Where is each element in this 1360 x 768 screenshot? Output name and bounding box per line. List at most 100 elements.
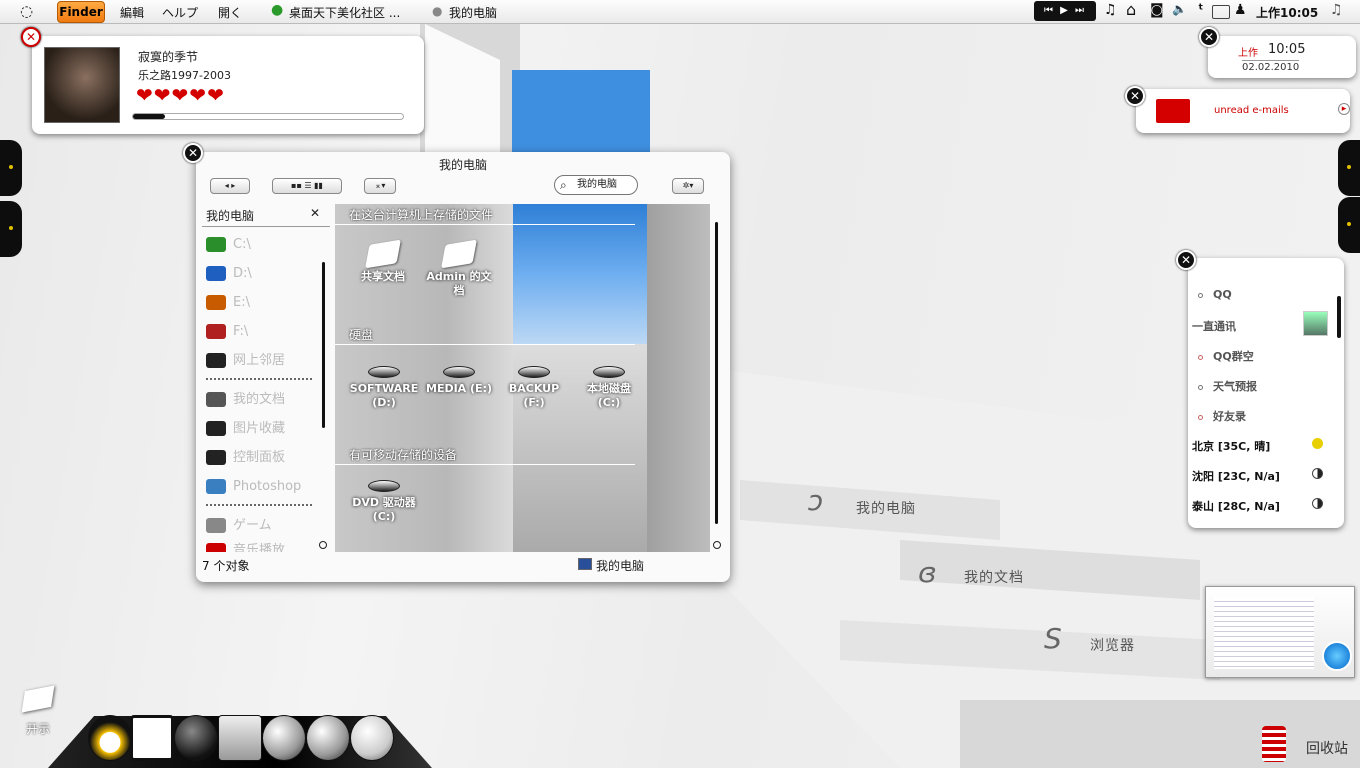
gear-menu-icon[interactable]: ✲▾ [672, 178, 704, 194]
qq-dock-icon[interactable] [88, 715, 132, 761]
music-icon[interactable]: ♫ [1104, 2, 1117, 18]
list-item[interactable]: 好友录 [1198, 408, 1246, 424]
stair-my-documents[interactable]: 我的文档 [964, 567, 1024, 587]
right-drawer-tab-1[interactable] [1338, 140, 1360, 196]
list-item[interactable]: 一直通讯 [1192, 318, 1236, 334]
menubar-clock: 上作10:05 [1256, 4, 1318, 21]
home-icon[interactable]: ⌂ [1126, 0, 1136, 19]
content-item[interactable]: BACKUP (F:) [499, 366, 569, 410]
weather-na-icon-2 [1312, 498, 1323, 509]
action-menu[interactable]: ⌅▾ [364, 178, 396, 194]
sidebar-scrollbar[interactable] [322, 262, 325, 428]
clock-close-button[interactable]: ✕ [1199, 27, 1219, 47]
stair-my-computer[interactable]: 我的电脑 [856, 498, 916, 518]
sidebar-item-label: Photoshop [233, 479, 302, 494]
content-scrollbar[interactable] [715, 222, 718, 524]
menu-open[interactable]: 開く [218, 4, 242, 21]
wave-dock-icon[interactable] [306, 715, 350, 761]
heart-icon[interactable]: ❤ [207, 83, 224, 107]
orange-dock-icon[interactable] [262, 715, 306, 761]
heart-icon[interactable]: ❤ [172, 83, 189, 107]
contact-avatar [1303, 311, 1328, 336]
content-item[interactable]: Admin 的文档 [424, 239, 494, 298]
list-item[interactable]: 天气预报 [1198, 378, 1257, 394]
heart-icon[interactable]: ❤ [154, 83, 171, 107]
finder-close-button[interactable]: ✕ [183, 143, 203, 163]
search-field[interactable]: ⌕ 我的电脑 [554, 175, 638, 195]
menu-help[interactable]: ヘルプ [162, 4, 198, 21]
left-drawer-tab-1[interactable] [0, 140, 22, 196]
task-my-computer[interactable]: 我的电脑 [449, 4, 497, 21]
camera-icon[interactable]: ◙ [1150, 2, 1164, 18]
qq-icon[interactable]: ♟ [1234, 2, 1247, 18]
volume-icon[interactable]: 🔈 [1172, 2, 1187, 16]
progress-fill [133, 114, 166, 119]
mail-widget[interactable]: unread e-mails ▸ [1136, 89, 1350, 133]
content-item[interactable]: SOFTWARE (D:) [349, 366, 419, 410]
browser-icon: ● [271, 2, 284, 18]
content-item[interactable]: DVD 驱动器 (C:) [349, 480, 419, 524]
twitter-icon[interactable]: ᵗ [1198, 2, 1203, 18]
mail-arrow-icon[interactable]: ▸ [1338, 103, 1350, 115]
content-item[interactable]: 本地磁盘 (C:) [574, 366, 644, 410]
list-item[interactable]: QQ群空 [1198, 348, 1254, 364]
computer-stair-icon: ↄ [808, 484, 824, 517]
list-item-label: 天气预报 [1213, 380, 1257, 393]
heart-icon[interactable]: ❤ [136, 83, 153, 107]
desktop-file-label[interactable]: 开示 [26, 720, 50, 737]
nav-back-forward[interactable]: ◂ ▸ [210, 178, 250, 194]
section-divider [335, 224, 635, 225]
list-item[interactable]: 泰山 [28C, N/a] [1192, 498, 1280, 514]
task-browser[interactable]: 桌面天下美化社区 ... [289, 4, 400, 21]
left-drawer-tab-2[interactable] [0, 201, 22, 257]
content-item-label: BACKUP (F:) [508, 382, 560, 409]
sidebar-item-icon [206, 479, 226, 494]
content-scroll-knob[interactable] [713, 541, 721, 549]
sidebar-item-icon [206, 266, 226, 281]
floppy-dock-icon[interactable] [218, 715, 262, 761]
sidebar-item-icon [206, 295, 226, 310]
stair-browser[interactable]: 浏览器 [1090, 635, 1135, 655]
list-item[interactable]: QQ [1198, 288, 1232, 301]
list-item[interactable]: 沈阳 [23C, N/a] [1192, 468, 1280, 484]
list-item[interactable]: 北京 [35C, 晴] [1192, 438, 1270, 454]
sidebar-item-label: 图片收藏 [233, 421, 286, 436]
song-title: 寂寞的季节 [138, 50, 199, 64]
clock-time: 10:05 [1280, 6, 1319, 20]
list-bullet-icon [1198, 354, 1203, 360]
smiley-dock-icon[interactable] [174, 715, 218, 761]
status-location: 我的电脑 [596, 559, 645, 573]
sidebar-title: 我的电脑 [206, 209, 255, 223]
view-mode-buttons[interactable]: ▪▪ ☰ ▮▮ [272, 178, 342, 194]
media-controls[interactable]: ⏮ ▶ ⏭ [1034, 1, 1096, 21]
rating-hearts[interactable]: ❤❤❤❤❤ [136, 83, 225, 107]
face-dock-icon[interactable] [350, 715, 394, 761]
sidebar-close-icon[interactable]: ✕ [310, 206, 320, 220]
sidebar-separator [206, 378, 312, 380]
progress-track[interactable] [132, 113, 404, 120]
window-icon[interactable] [1212, 5, 1230, 19]
music-close-button[interactable]: ✕ [21, 27, 41, 47]
trash-label[interactable]: 回收站 [1306, 738, 1348, 758]
content-item[interactable]: 共享文档 [348, 239, 418, 284]
right-drawer-tab-2[interactable] [1338, 197, 1360, 253]
note-icon[interactable]: ♫ [1330, 2, 1343, 18]
clock-date: 02.02.2010 [1242, 60, 1300, 73]
documents-stair-icon: ɞ [918, 556, 937, 589]
sidebar-item-label: 网上邻居 [233, 353, 286, 368]
list-close-button[interactable]: ✕ [1176, 250, 1196, 270]
trash-icon[interactable] [1262, 726, 1286, 762]
sidebar-scroll-knob[interactable] [319, 541, 327, 549]
itunes-thumbnail[interactable] [1205, 586, 1355, 678]
menu-edit[interactable]: 編輯 [120, 4, 144, 21]
content-item-label: 本地磁盘 (C:) [587, 382, 631, 409]
mail-close-button[interactable]: ✕ [1125, 86, 1145, 106]
content-item[interactable]: MEDIA (E:) [424, 366, 494, 396]
heart-icon[interactable]: ❤ [189, 83, 206, 107]
spinner-icon[interactable]: ◌ [20, 2, 33, 20]
itunes-icon [1322, 641, 1352, 671]
sidebar-item-label: E:\ [233, 295, 250, 310]
text-editor-dock-icon[interactable] [130, 715, 174, 761]
finder-menu[interactable]: Finder [57, 1, 105, 23]
list-scrollbar[interactable] [1337, 296, 1341, 338]
